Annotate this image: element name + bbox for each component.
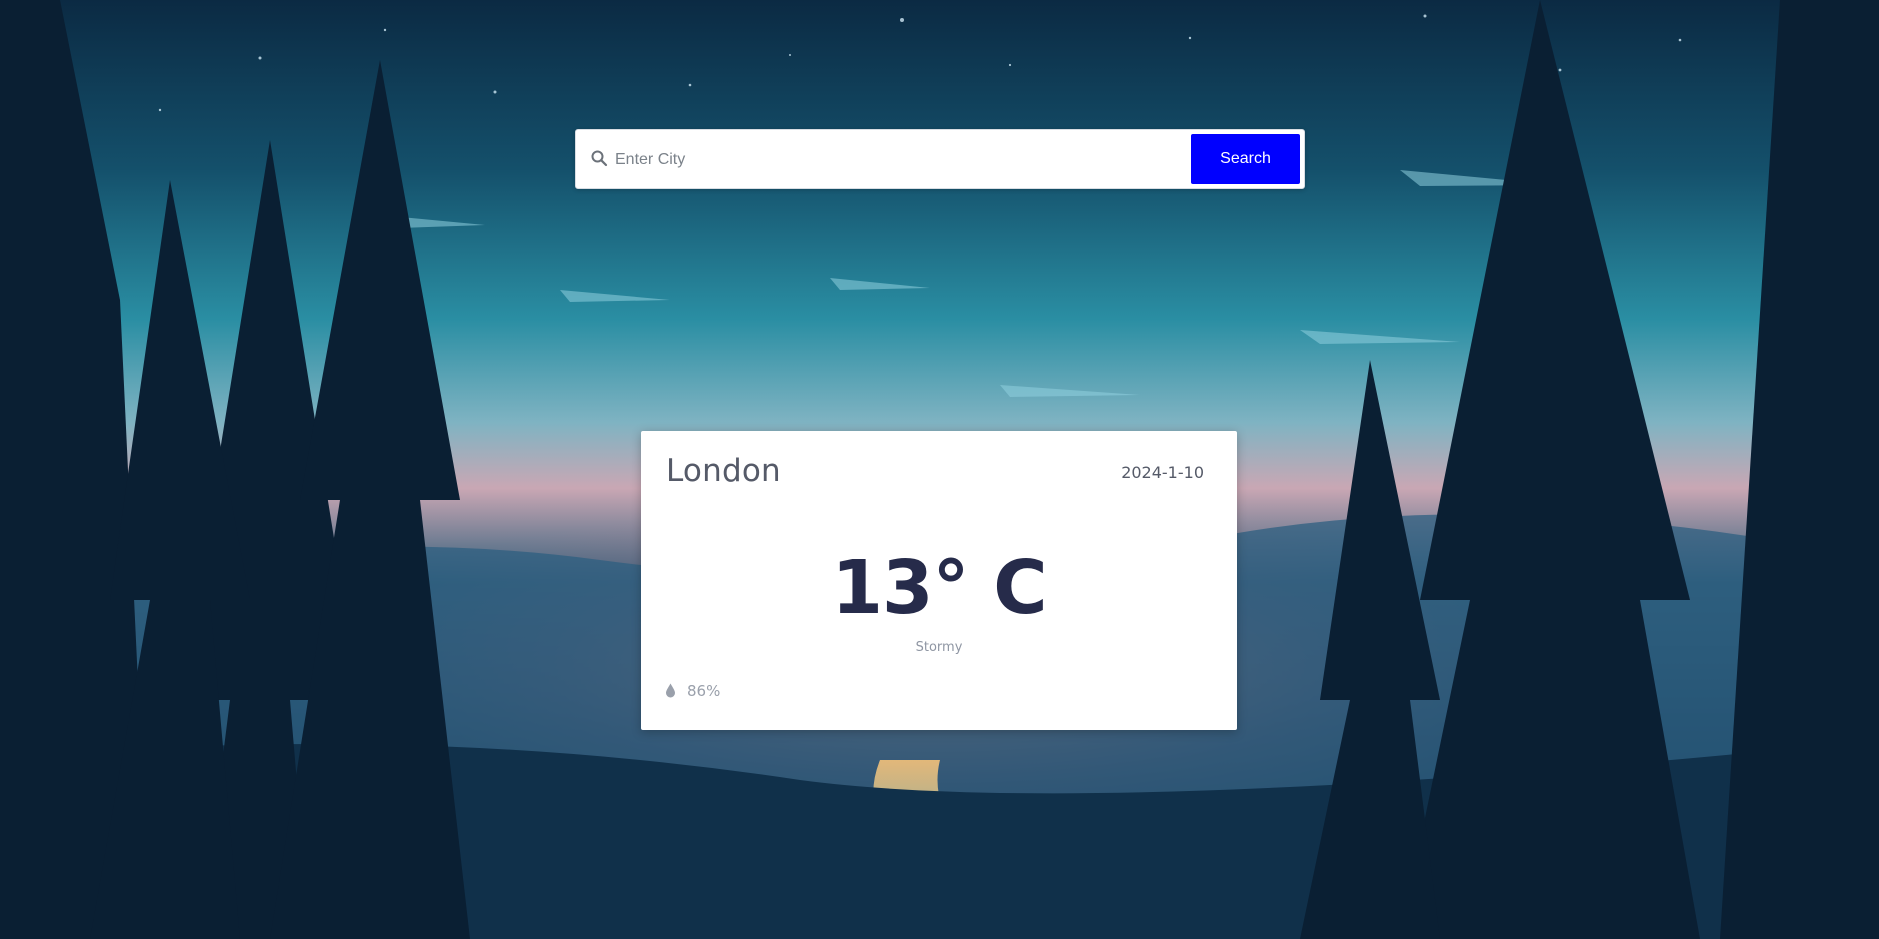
- droplet-icon: [666, 683, 675, 698]
- temperature-value: 13° C: [831, 545, 1047, 631]
- city-search-input[interactable]: [613, 140, 1157, 180]
- search-bar: Search: [575, 129, 1305, 189]
- search-button[interactable]: Search: [1191, 134, 1300, 184]
- weather-date: 2024-1-10: [1121, 463, 1204, 482]
- city-name: London: [666, 453, 781, 489]
- humidity-value: 86%: [687, 682, 721, 700]
- search-icon: [591, 150, 608, 167]
- weather-card: London 2024-1-10 13° C Stormy 86%: [641, 431, 1237, 730]
- weather-condition: Stormy: [915, 640, 963, 655]
